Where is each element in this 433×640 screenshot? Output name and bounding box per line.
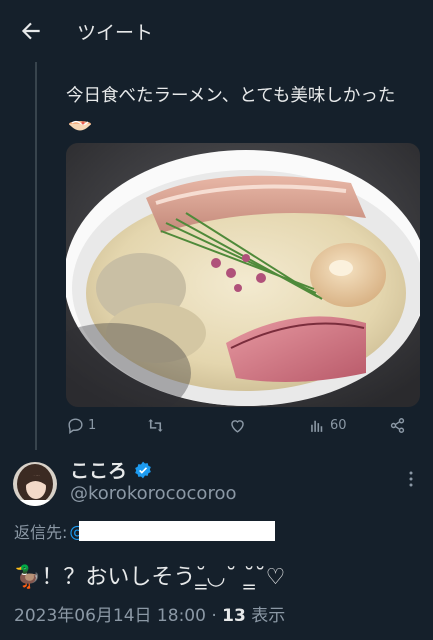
avatar[interactable] <box>13 462 57 506</box>
reply-action[interactable]: 1 <box>66 416 96 435</box>
view-count: 60 <box>330 418 347 433</box>
views-action[interactable]: 60 <box>308 416 347 435</box>
tweet-body: 🦆！？おいしそう˘̳◡˘ ˘̳˘♡ <box>14 565 286 590</box>
view-count-label: 表示 <box>245 606 286 626</box>
verified-badge-icon <box>135 461 151 478</box>
page-title: ツイート <box>77 22 154 44</box>
share-icon <box>390 418 405 433</box>
author-handle[interactable]: @korokorococoroo <box>70 483 236 504</box>
share-action[interactable] <box>388 416 407 435</box>
reply-label: 返信先: <box>14 523 68 542</box>
view-count-number: 13 <box>222 606 246 626</box>
like-action[interactable] <box>228 416 247 435</box>
meta-separator: · <box>205 606 223 626</box>
parent-tweet-text: 今日食べたラーメン、とても美味しかった <box>66 82 416 140</box>
parent-tweet-body: 今日食べたラーメン、とても美味しかった <box>66 86 396 106</box>
retweet-action[interactable] <box>146 416 165 435</box>
reply-count: 1 <box>88 418 97 433</box>
arrow-left-icon[interactable] <box>18 18 44 44</box>
retweet-icon <box>148 419 163 432</box>
reply-icon <box>68 418 83 435</box>
redacted-mention <box>79 521 276 541</box>
tweet-date[interactable]: 2023年06月14日 18:00 <box>14 606 206 626</box>
tweet-meta: 2023年06月14日 18:00 · 13 表示 <box>14 601 285 626</box>
reply-context: 返信先: @ <box>14 519 276 543</box>
parent-tweet-actions: 1 60 <box>66 416 412 440</box>
thread-connector-line <box>35 62 37 450</box>
like-icon <box>231 420 244 433</box>
more-options-icon[interactable] <box>402 470 420 488</box>
ramen-photo[interactable] <box>66 143 420 407</box>
views-icon <box>311 420 323 432</box>
top-bar: ツイート <box>0 0 433 60</box>
ramen-bowl-icon <box>69 120 91 131</box>
author-name[interactable]: こころ <box>70 456 153 483</box>
author-name-text: こころ <box>70 460 128 482</box>
